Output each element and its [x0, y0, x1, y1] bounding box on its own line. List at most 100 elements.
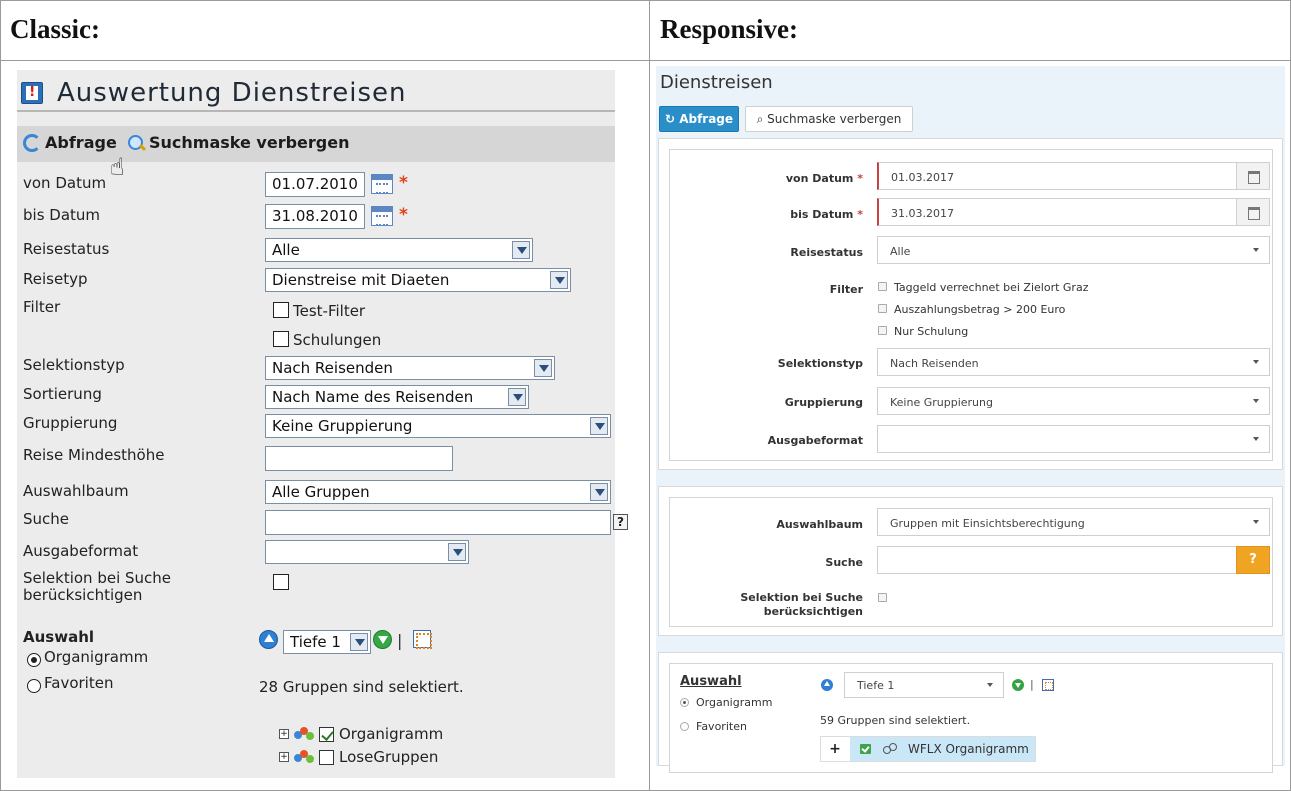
tree-item[interactable]: + LoseGruppen [279, 748, 438, 766]
gruppierung-select[interactable]: Keine Gruppierung [265, 414, 611, 438]
selektionstyp-value: Nach Reisenden [272, 359, 393, 377]
filter-label: Filter [23, 298, 61, 316]
chevron-down-icon [550, 271, 568, 289]
query-button-label: Abfrage [45, 133, 117, 152]
selektionstyp-select[interactable]: Nach Reisenden [265, 356, 555, 380]
auswahl-panel: Auswahl Organigramm Favoriten Tiefe 1 | … [658, 652, 1283, 773]
chevron-down-icon [508, 388, 526, 406]
reise-mindesthoehe-label: Reise Mindesthöhe [23, 446, 165, 464]
auszahlung-checkbox[interactable] [878, 304, 887, 313]
level-up-icon[interactable] [259, 630, 278, 649]
query-button[interactable]: ↻ Abfrage [659, 106, 739, 132]
responsive-screen: Dienstreisen ↻ Abfrage ⌕ Suchmaske verbe… [656, 66, 1285, 773]
query-button[interactable]: Abfrage [23, 133, 117, 152]
level-down-icon[interactable] [1012, 679, 1024, 691]
auswahlbaum-select[interactable]: Alle Gruppen [265, 480, 611, 504]
org-chart-icon[interactable] [413, 630, 432, 649]
refresh-icon [23, 133, 41, 152]
taggeld-checkbox[interactable] [878, 282, 887, 291]
selektionstyp-select[interactable]: Nach Reisenden [877, 348, 1270, 376]
chevron-down-icon [1253, 520, 1259, 524]
selektion-checkbox[interactable] [273, 574, 289, 590]
report-icon [21, 82, 43, 104]
selektion-label-line1: Selektion bei Suche [23, 569, 172, 587]
hide-search-button[interactable]: ⌕ Suchmaske verbergen [745, 106, 913, 132]
calendar-icon[interactable] [1236, 198, 1270, 226]
organigramm-radio[interactable] [27, 653, 41, 667]
reisestatus-label: Reisestatus [23, 240, 110, 258]
ausgabeformat-label: Ausgabeformat [23, 542, 139, 560]
favoriten-radio[interactable] [27, 679, 41, 693]
bis-datum-input[interactable]: 31.03.2017 [877, 198, 1270, 226]
selektion-label-line1: Selektion bei Suche [740, 591, 863, 604]
reisetyp-select[interactable]: Dienstreise mit Diaeten [265, 268, 571, 292]
search-icon [127, 134, 145, 152]
selektion-checkbox[interactable] [878, 593, 887, 602]
reisestatus-select[interactable]: Alle [265, 238, 533, 262]
depth-select[interactable]: Tiefe 1 [844, 672, 1004, 698]
expand-icon[interactable]: + [821, 737, 849, 761]
suche-input[interactable] [265, 510, 611, 535]
auswahlbaum-value: Gruppen mit Einsichtsberechtigung [890, 517, 1085, 530]
depth-select[interactable]: Tiefe 1 [283, 630, 371, 654]
level-down-icon[interactable] [373, 630, 392, 649]
selektion-label: Selektion bei Suche berücksichtigen [23, 570, 171, 604]
gruppierung-select[interactable]: Keine Gruppierung [877, 387, 1270, 415]
reise-mindesthoehe-input[interactable] [265, 446, 453, 471]
expand-icon[interactable]: + [279, 752, 289, 762]
ausgabeformat-select[interactable] [877, 425, 1270, 453]
test-filter-checkbox[interactable] [273, 302, 289, 318]
favoriten-radio[interactable] [680, 722, 689, 731]
selektionstyp-label: Selektionstyp [23, 356, 125, 374]
chevron-down-icon [534, 359, 552, 377]
tree-checkbox[interactable] [860, 744, 871, 754]
bis-datum-label: bis Datum [23, 206, 101, 224]
level-up-icon[interactable] [821, 679, 833, 691]
refresh-icon: ↻ [664, 112, 680, 126]
help-button[interactable]: ? [613, 514, 628, 530]
tree-item-selected[interactable]: WFLX Organigramm [850, 737, 1035, 761]
header-divider [0, 60, 1291, 61]
von-datum-input[interactable]: 01.07.2010 [265, 172, 365, 197]
group-icon [883, 743, 897, 755]
gruppierung-value: Keine Gruppierung [890, 396, 993, 409]
suche-input[interactable] [877, 546, 1237, 574]
tree-checkbox[interactable] [319, 726, 334, 742]
calendar-icon[interactable] [371, 174, 393, 194]
sortierung-select[interactable]: Nach Name des Reisenden [265, 385, 529, 409]
group-icon [294, 750, 316, 764]
auswahlbaum-label: Auswahlbaum [23, 482, 129, 500]
tree-checkbox[interactable] [319, 749, 334, 765]
von-datum-input[interactable]: 01.03.2017 [877, 162, 1270, 190]
ausgabeformat-select[interactable] [265, 540, 469, 564]
tree-item[interactable]: + Organigramm [279, 725, 443, 743]
depth-value: Tiefe 1 [857, 679, 895, 692]
von-datum-label: von Datum * [785, 172, 863, 185]
title-underline [17, 110, 615, 112]
nur-schulung-checkbox[interactable] [878, 326, 887, 335]
query-button-label: Abfrage [679, 112, 734, 126]
calendar-icon[interactable] [1236, 162, 1270, 190]
bis-datum-value: 31.03.2017 [891, 207, 954, 220]
chevron-down-icon [350, 633, 368, 651]
auswahlbaum-select[interactable]: Gruppen mit Einsichtsberechtigung [877, 508, 1270, 536]
hand-cursor-icon: ☝ [110, 153, 125, 181]
bis-datum-input[interactable]: 31.08.2010 [265, 204, 365, 229]
von-datum-label: von Datum [23, 174, 107, 192]
classic-screen: Auswertung Dienstreisen Abfrage Suchmask… [17, 70, 628, 778]
tree-item[interactable]: + WFLX Organigramm [820, 736, 1036, 762]
auszahlung-label: Auszahlungsbetrag > 200 Euro [894, 303, 1066, 316]
org-chart-icon[interactable] [1042, 679, 1054, 691]
schulungen-label: Schulungen [293, 331, 382, 349]
hide-search-button[interactable]: Suchmaske verbergen [127, 133, 349, 152]
reisestatus-select[interactable]: Alle [877, 236, 1270, 264]
help-button[interactable]: ? [1236, 546, 1270, 574]
organigramm-radio[interactable] [680, 698, 689, 707]
expand-icon[interactable]: + [279, 729, 289, 739]
schulungen-checkbox[interactable] [273, 331, 289, 347]
calendar-icon[interactable] [371, 206, 393, 226]
auswahlbaum-value: Alle Gruppen [272, 483, 370, 501]
chevron-down-icon [590, 483, 608, 501]
search-panel: von Datum * 01.03.2017 bis Datum * 31.03… [658, 138, 1283, 470]
required-mark: * [399, 173, 408, 193]
